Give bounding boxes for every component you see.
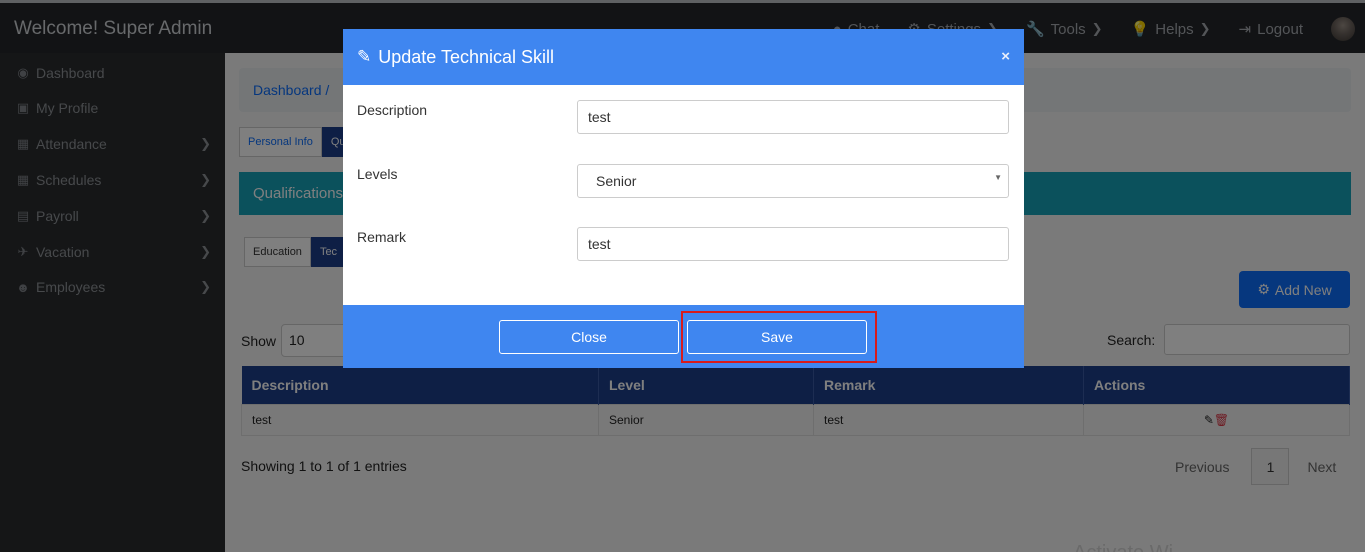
close-icon[interactable]: × (1001, 48, 1010, 65)
levels-label: Levels (357, 166, 398, 182)
remark-label: Remark (357, 229, 407, 245)
edit-icon: ✎ (357, 47, 372, 66)
levels-select[interactable]: Senior ▼ (577, 164, 1009, 198)
save-highlight-box (681, 311, 877, 363)
close-button[interactable]: Close (499, 320, 679, 354)
description-field[interactable]: test (577, 100, 1009, 134)
levels-select-value: Senior (596, 173, 637, 189)
modal-title: Update Technical Skill (378, 46, 555, 67)
remark-field[interactable]: test (577, 227, 1009, 261)
caret-down-icon: ▼ (994, 173, 1002, 182)
description-label: Description (357, 102, 428, 118)
modal-header: ✎ Update Technical Skill × (343, 29, 1024, 85)
